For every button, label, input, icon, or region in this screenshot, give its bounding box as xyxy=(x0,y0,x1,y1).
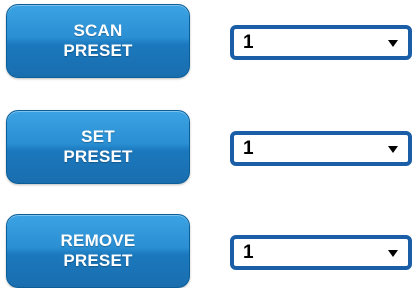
remove-preset-select[interactable]: 1 xyxy=(230,235,412,270)
scan-preset-row: SCAN PRESET 1 xyxy=(0,4,418,84)
scan-preset-select[interactable]: 1 xyxy=(230,25,412,60)
chevron-down-icon xyxy=(388,40,398,47)
set-preset-select-value: 1 xyxy=(243,138,254,159)
scan-preset-button[interactable]: SCAN PRESET xyxy=(6,4,190,78)
set-preset-row: SET PRESET 1 xyxy=(0,110,418,190)
chevron-down-icon xyxy=(388,250,398,257)
set-preset-select[interactable]: 1 xyxy=(230,131,412,166)
remove-preset-button[interactable]: REMOVE PRESET xyxy=(6,214,190,288)
chevron-down-icon xyxy=(388,146,398,153)
remove-preset-select-value: 1 xyxy=(243,242,254,263)
set-preset-button[interactable]: SET PRESET xyxy=(6,110,190,184)
scan-preset-button-label: SCAN PRESET xyxy=(63,21,133,60)
set-preset-button-label: SET PRESET xyxy=(63,127,133,166)
preset-control-panel: SCAN PRESET 1 SET PRESET 1 REMOVE PRESET… xyxy=(0,0,418,288)
remove-preset-row: REMOVE PRESET 1 xyxy=(0,214,418,288)
scan-preset-select-value: 1 xyxy=(243,32,254,53)
remove-preset-button-label: REMOVE PRESET xyxy=(60,231,136,270)
